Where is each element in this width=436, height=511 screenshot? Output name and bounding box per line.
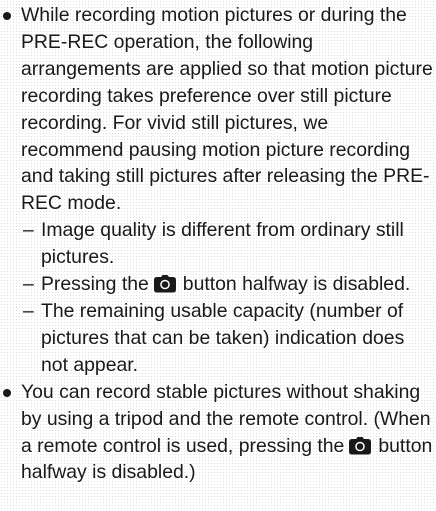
bullet-item-tripod: You can record stable pictures without s… (0, 379, 434, 487)
dash-mark: – (23, 273, 34, 296)
bullet-dot (3, 388, 11, 397)
bullet-item-prerec: While recording motion pictures or durin… (0, 2, 434, 379)
dash-mark: – (23, 219, 34, 242)
sub-list: – Image quality is different from ordina… (21, 217, 434, 378)
sub-item-button-halfway: – Pressing the button halfway is disabled… (0, 271, 434, 298)
sub-item-remaining-capacity: – The remaining usable capacity (number … (0, 298, 434, 379)
sub-item-text-after-icon: button halfway is disabled. (182, 273, 411, 296)
bullet-text: While recording motion pictures or durin… (21, 4, 433, 215)
camera-icon (153, 274, 177, 293)
sub-item-image-quality: – Image quality is different from ordina… (0, 217, 434, 271)
sub-item-text: The remaining usable capacity (number of… (41, 299, 405, 376)
dash-mark: – (23, 299, 34, 322)
camera-icon (348, 436, 372, 455)
notes-list: While recording motion pictures or durin… (0, 2, 434, 486)
manual-page: While recording motion pictures or durin… (0, 0, 436, 511)
bullet-dot (3, 12, 11, 20)
sub-item-text: Image quality is different from ordinary… (41, 219, 404, 269)
sub-item-text-before-icon: Pressing the (41, 273, 149, 296)
